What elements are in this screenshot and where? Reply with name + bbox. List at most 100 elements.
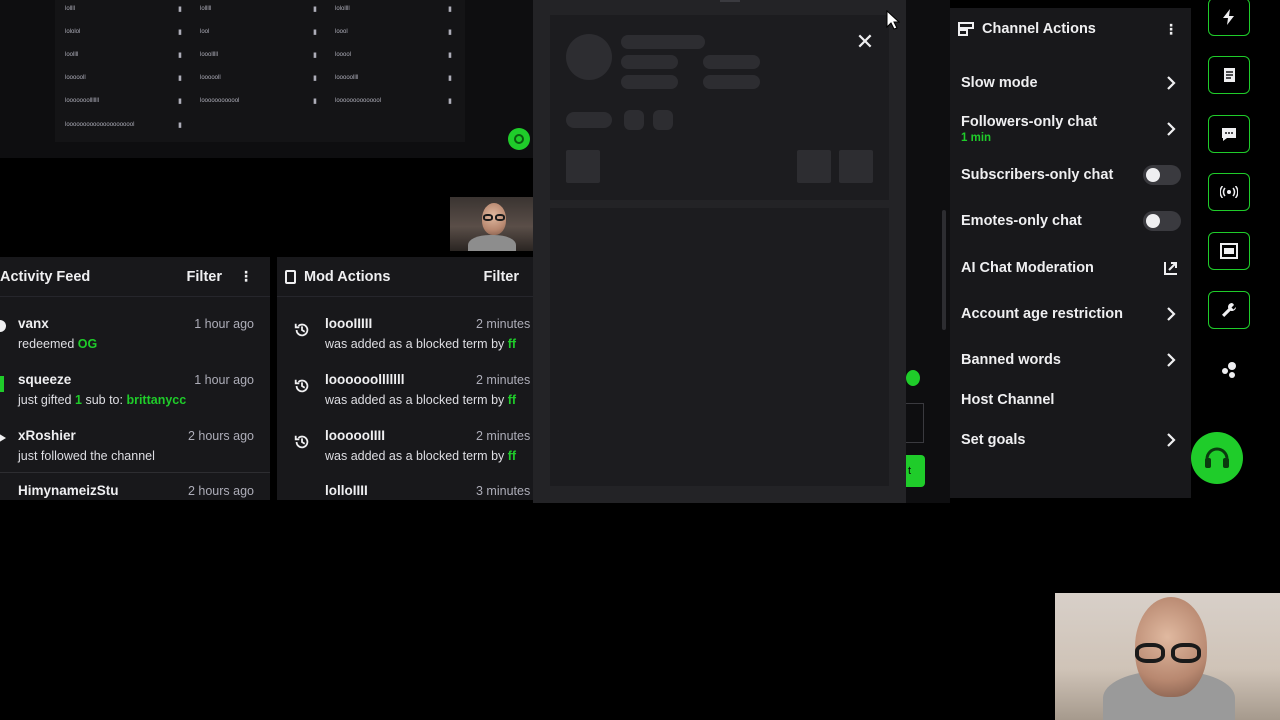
term-text: looooollll (335, 75, 359, 81)
chat-send-button[interactable]: t (906, 455, 925, 487)
followers-only-item[interactable]: Followers-only chat 1 min (950, 111, 1191, 147)
mouse-cursor (886, 10, 900, 30)
item-sublabel: 1 min (961, 132, 992, 144)
mod-action-text: was added as a blocked term by (325, 449, 505, 463)
trash-icon[interactable]: ▮ (178, 51, 182, 59)
trash-icon[interactable]: ▮ (178, 28, 182, 36)
term-cell[interactable]: loooooooooooool ▮ (325, 92, 458, 110)
term-text: loooooooooool (200, 98, 240, 104)
mod-username[interactable]: ff (508, 449, 516, 463)
banned-words-item[interactable]: Banned words (950, 345, 1191, 375)
set-goals-item[interactable]: Set goals (950, 425, 1191, 455)
layout-icon[interactable] (1208, 232, 1250, 270)
term-cell[interactable]: loollll ▮ (55, 46, 188, 64)
trash-icon[interactable]: ▮ (448, 5, 452, 13)
term-text: looooooolllllll (65, 98, 100, 104)
chat-input-edge[interactable] (906, 403, 924, 443)
term-cell[interactable]: lool ▮ (190, 23, 323, 41)
trash-icon[interactable]: ▮ (313, 51, 317, 59)
more-options-icon[interactable]: ⋮ (1161, 21, 1181, 38)
term-cell[interactable]: looolllll ▮ (190, 46, 323, 64)
term-text: loooooooooooool (335, 98, 382, 104)
term-cell[interactable]: looooooooooooooooooool ▮ (55, 116, 188, 134)
term-cell[interactable]: lolollll ▮ (325, 0, 458, 18)
trash-icon[interactable]: ▮ (178, 97, 182, 105)
emotes-only-item[interactable]: Emotes-only chat (950, 206, 1191, 236)
feed-item[interactable]: xRoshier just followed the channel (18, 428, 155, 463)
feed-username[interactable]: xRoshier (18, 428, 155, 443)
term-text: loooooll (200, 75, 221, 81)
activity-feed-header: Activity Feed Filter ⋮ (0, 257, 270, 297)
close-icon[interactable]: ✕ (853, 30, 877, 54)
host-channel-item[interactable]: Host Channel (950, 385, 1191, 415)
trash-icon[interactable]: ▮ (313, 97, 317, 105)
filter-button[interactable]: Filter (187, 269, 222, 285)
feed-item[interactable]: HimynameizStu (18, 483, 119, 498)
trash-icon[interactable]: ▮ (448, 74, 452, 82)
panel-title: Mod Actions (304, 268, 391, 285)
mod-username[interactable]: ff (508, 393, 516, 407)
emote-icon[interactable] (906, 370, 920, 386)
mod-actions-header: Mod Actions Filter (277, 257, 533, 297)
filter-button[interactable]: Filter (484, 269, 519, 285)
ai-chat-moderation-item[interactable]: AI Chat Moderation (950, 253, 1191, 283)
broadcast-icon[interactable] (1208, 173, 1250, 211)
slow-mode-item[interactable]: Slow mode (950, 68, 1191, 98)
mod-action-text: was added as a blocked term by (325, 393, 505, 407)
dots-icon[interactable] (1219, 360, 1239, 380)
term-cell[interactable]: loooooll ▮ (55, 69, 188, 87)
activity-feed-panel: Activity Feed Filter ⋮ vanx redeemed OG … (0, 257, 270, 500)
status-dot-icon[interactable] (508, 128, 530, 150)
more-options-icon[interactable]: ⋮ (236, 268, 256, 285)
notes-icon[interactable] (1208, 56, 1250, 94)
term-cell[interactable]: loooooooooool ▮ (190, 92, 323, 110)
account-age-item[interactable]: Account age restriction (950, 299, 1191, 329)
chat-icon[interactable] (1208, 115, 1250, 153)
term-cell[interactable]: loooooll ▮ (190, 69, 323, 87)
term-cell[interactable]: looooooolllllll ▮ (55, 92, 188, 110)
skeleton-line (621, 75, 678, 89)
trash-icon[interactable]: ▮ (313, 28, 317, 36)
feed-username[interactable]: vanx (18, 316, 97, 331)
term-cell[interactable]: looool ▮ (325, 46, 458, 64)
mod-action-item[interactable]: lolloIIII (325, 483, 368, 498)
trash-icon[interactable]: ▮ (178, 74, 182, 82)
item-label: Banned words (961, 352, 1061, 368)
mod-actions-panel: Mod Actions Filter loooIIIII was added a… (277, 257, 533, 500)
lightning-icon[interactable] (1208, 0, 1250, 36)
trash-icon[interactable]: ▮ (448, 51, 452, 59)
subscribers-only-item[interactable]: Subscribers-only chat (950, 160, 1191, 190)
term-text: lollll (65, 6, 76, 12)
term-cell[interactable]: lololol ▮ (55, 23, 188, 41)
mod-username[interactable]: ff (508, 337, 516, 351)
drag-handle[interactable] (720, 0, 740, 2)
trash-icon[interactable]: ▮ (448, 97, 452, 105)
term-cell[interactable]: loool ▮ (325, 23, 458, 41)
scrollbar[interactable] (942, 210, 946, 330)
feed-item[interactable]: vanx redeemed OG (18, 316, 97, 351)
feed-username[interactable]: squeeze (18, 372, 186, 387)
subscribers-only-toggle[interactable] (1143, 165, 1181, 185)
skeleton-pill (566, 112, 612, 128)
term-cell[interactable]: looooollll ▮ (325, 69, 458, 87)
item-label: Account age restriction (961, 306, 1123, 322)
emotes-only-toggle[interactable] (1143, 211, 1181, 231)
term-cell[interactable]: lollll ▮ (55, 0, 188, 18)
trash-icon[interactable]: ▮ (178, 5, 182, 13)
feed-username[interactable]: HimynameizStu (18, 483, 119, 498)
history-icon (294, 435, 309, 449)
item-label: Emotes-only chat (961, 213, 1082, 229)
trash-icon[interactable]: ▮ (313, 5, 317, 13)
trash-icon[interactable]: ▮ (448, 28, 452, 36)
wrench-icon[interactable] (1208, 291, 1250, 329)
trash-icon[interactable]: ▮ (178, 121, 182, 129)
channel-actions-header: Channel Actions ⋮ (950, 8, 1191, 50)
term-text: looool (335, 52, 352, 58)
trash-icon[interactable]: ▮ (313, 74, 317, 82)
feed-highlight[interactable]: brittanycc (126, 393, 186, 407)
term-cell[interactable]: lolllll ▮ (190, 0, 323, 18)
feed-timestamp: 1 hour ago (194, 317, 254, 331)
chevron-right-icon (1167, 433, 1176, 447)
feed-item[interactable]: squeeze just gifted 1 sub to: brittanycc (18, 372, 186, 407)
headset-icon[interactable] (1191, 432, 1243, 484)
